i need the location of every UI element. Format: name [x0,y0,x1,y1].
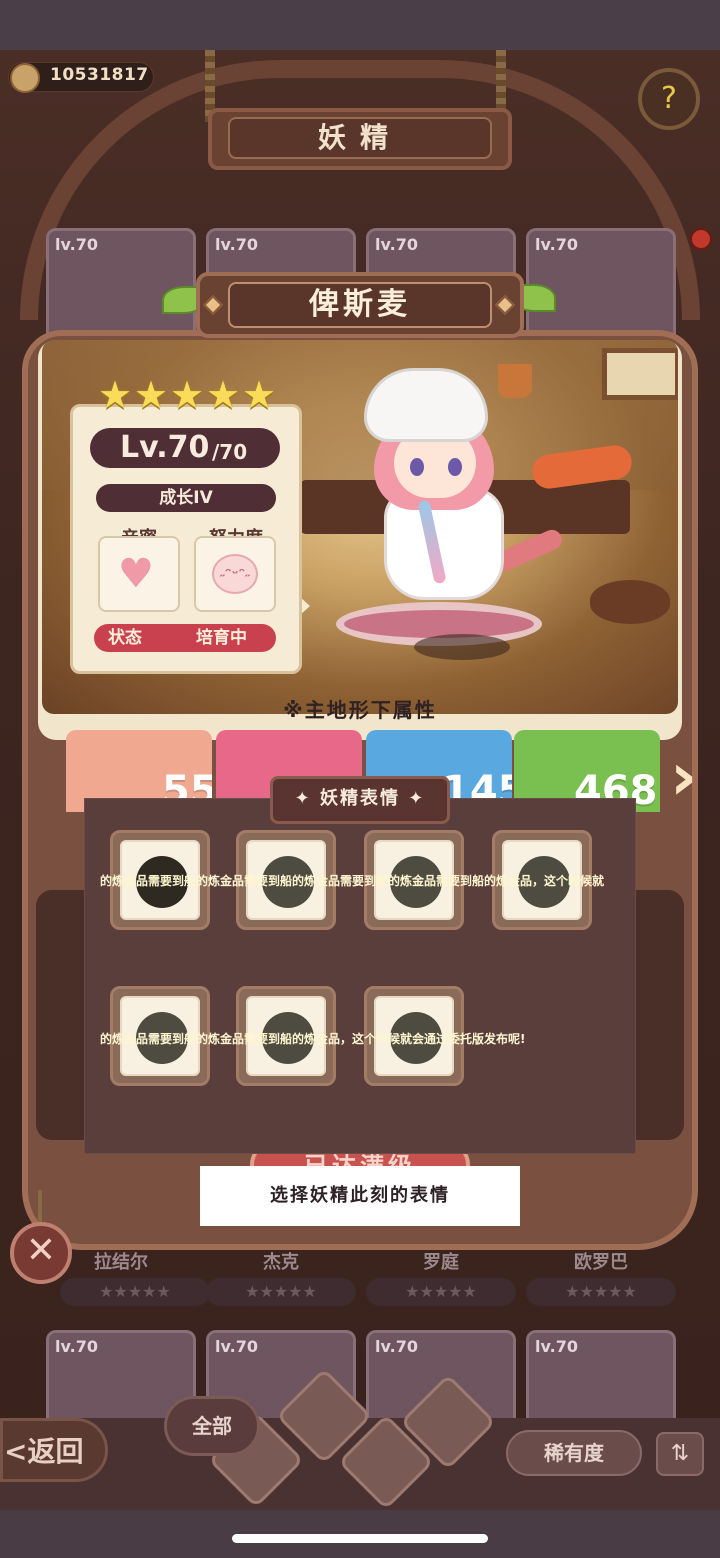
fairy-card-level: lv.70 [375,1337,418,1356]
modal-title: ✦ 妖精表情 ✦ [270,776,450,824]
fairy-level: Lv.70 [120,430,210,465]
modal-title-label: 妖精表情 [320,788,400,809]
scrolling-dialogue: 的炼金品需要到船的炼金品需要到船的炼金品，这个时候就会通过委托版发布呢! [100,1032,526,1046]
fairy-card-stars: ★★★★★ [206,1278,356,1306]
close-rope [38,1190,42,1224]
fairy-card-level: lv.70 [215,1337,258,1356]
fairy-level-max: /70 [212,440,248,464]
coin-icon [10,63,40,93]
coin-amount: 10531817 [50,65,149,85]
fairy-card-level: lv.70 [535,235,578,254]
heart-icon: ♥ [118,551,154,597]
scrolling-dialogue: 的炼金品需要到船的炼金品需要到船的炼金品需要到船的炼金品需要到船的炼金品，这个时… [100,874,605,888]
next-arrow-icon[interactable]: › [670,740,714,814]
star-icon: ★ [134,373,169,417]
fairy-eye-right [448,458,462,476]
sort-order-icon: ⇅ [670,1441,690,1466]
fairy-card-name: 欧罗巴 [574,1252,628,1273]
fairy-hat [364,368,488,442]
status-value: 培育中 [196,628,247,648]
fairy-card-name: 拉结尔 [94,1252,148,1273]
plant-pot [498,364,532,398]
fairy-card[interactable]: lv.70 [526,1330,676,1430]
star-icon: ★ [98,373,133,417]
terrain-note: ※主地形下属性 [283,698,437,722]
fairy-card-level: lv.70 [215,235,258,254]
hint-text: 选择妖精此刻的表情 [270,1185,450,1206]
fairy-card-level: lv.70 [55,235,98,254]
fairy-card-stars: ★★★★★ [526,1278,676,1306]
fairy-card-stars: ★★★★★ [366,1278,516,1306]
filter-all-label: 全部 [192,1414,232,1438]
fairy-card-level: lv.70 [535,1337,578,1356]
fairy-card-level: lv.70 [375,235,418,254]
star-icon: ★ [206,373,241,417]
status-label: 状态 [108,628,142,648]
sparkle-icon: ✦ [400,788,426,809]
effort-face-icon: ˶ᵔᵕᵔ˶ [212,554,258,594]
fairy-eye-left [410,458,424,476]
scene-stool [590,580,670,624]
page-title: 妖精 [317,121,402,154]
back-label: <返回 [4,1435,84,1468]
star-icon: ★ [242,373,277,417]
sort-label: 稀有度 [544,1441,604,1465]
scene-window [602,348,678,400]
ladybug-icon [690,228,712,250]
fairy-card-stars: ★★★★★ [60,1278,210,1306]
help-button[interactable]: ? [638,68,700,130]
sparkle-icon: ✦ [294,788,320,809]
star-icon: ★ [170,373,205,417]
fairy-card-level: lv.70 [55,1337,98,1356]
status-bar [0,0,720,50]
fairy-card-name: 罗庭 [423,1252,459,1273]
scene-shadow [414,634,510,660]
sort-order-button[interactable]: ⇅ [656,1432,704,1476]
fairy-name: 俾斯麦 [309,287,411,322]
growth-label: 成长IV [159,488,213,508]
fairy-card-name: 杰克 [263,1252,299,1273]
help-icon: ? [661,81,677,116]
home-indicator[interactable] [232,1534,488,1543]
